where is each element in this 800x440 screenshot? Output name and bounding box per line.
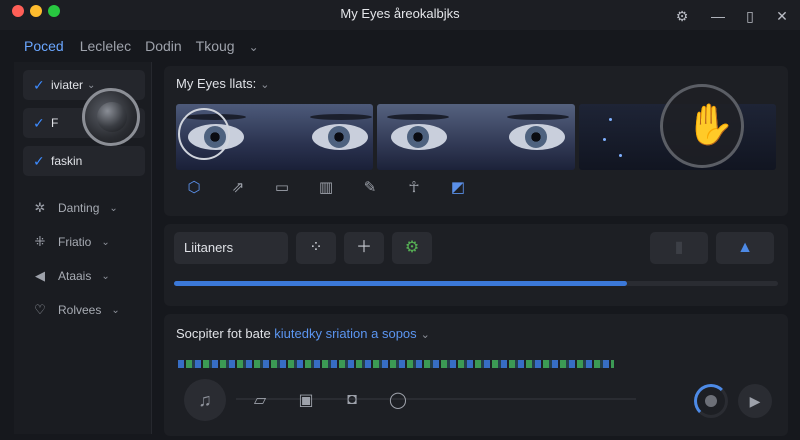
check-icon: ✓ [33, 76, 45, 93]
chevron-down-icon: ⌄ [101, 270, 110, 282]
sidebar-item-label: Friatio [58, 235, 92, 249]
check-icon: ✓ [33, 114, 45, 131]
play-icon: ▶ [749, 393, 761, 409]
chat-bubble-icon[interactable]: ◩ [448, 178, 468, 198]
megaphone-icon: ◀ [35, 268, 45, 283]
upload-button[interactable]: ▲ [716, 232, 774, 264]
transcript-title-accent: kiutedky sriation a sopos [274, 326, 417, 341]
sidebar-chip-faskin[interactable]: ✓ faskin [23, 146, 145, 176]
close-icon[interactable]: ✕ [774, 8, 790, 24]
apps-button[interactable]: ⁘ [296, 232, 336, 264]
hand-gesture-icon: ✋ [660, 84, 744, 168]
top-tabs: Poced Leclelec Dodin Tkoug ⌄ [14, 38, 259, 64]
chevron-down-icon: ⌄ [109, 202, 118, 214]
sparkle-icon: ✲ [34, 200, 46, 215]
tab-dodin[interactable]: Dodin [145, 38, 182, 64]
gallery-title-text: My Eyes llats: [176, 76, 257, 91]
sidebar-item-danting[interactable]: ✲ Danting ⌄ [32, 200, 118, 216]
eye-thumbnail[interactable] [176, 104, 374, 170]
progress-fill [174, 281, 627, 286]
restore-icon[interactable]: ▯ [742, 8, 758, 24]
folder-icon[interactable]: ▱ [248, 390, 272, 410]
tab-tkoug[interactable]: Tkoug [196, 38, 235, 64]
play-button[interactable]: ▶ [738, 384, 772, 418]
book-icon[interactable]: ▥ [316, 178, 336, 198]
sidebar-item-label: Danting [58, 201, 100, 215]
chevron-down-icon: ⌄ [260, 79, 270, 91]
waveform [178, 360, 614, 368]
robot-icon[interactable]: ◘ [340, 391, 364, 409]
sidebar-item-label: Rolvees [58, 303, 102, 317]
transcript-title[interactable]: Socpiter fot bate kiutedky sriation a so… [176, 326, 430, 341]
apps-icon: ⁘ [309, 239, 323, 256]
bus-icon[interactable]: ▣ [294, 390, 318, 410]
chevron-down-icon: ⌄ [111, 304, 120, 316]
delete-button[interactable]: ▮ [650, 232, 708, 264]
bottom-toolbar: ♫ ▱ ▣ ◘ ◯ [184, 379, 634, 421]
sidebar-item-friatio[interactable]: ⁜ Friatio ⌄ [32, 234, 110, 250]
chevron-down-icon[interactable]: ⌄ [249, 40, 259, 64]
chevron-down-icon: ⌄ [420, 329, 430, 341]
progress-bar [174, 281, 778, 286]
minimize-icon[interactable]: — [710, 8, 726, 24]
gear-icon: ⚙ [404, 239, 420, 256]
camera-lens-icon [82, 88, 140, 146]
grid-icon: ⁜ [34, 234, 46, 249]
listeners-field[interactable]: Liitaners [174, 232, 288, 264]
bell-button[interactable]: ♫ [184, 379, 226, 421]
listeners-panel: Liitaners ⁘ ＋ ⚙ ▮ ▲ [164, 224, 788, 306]
check-icon: ✓ [33, 152, 45, 169]
gallery-toolbar: ⬡ ⇗ ▭ ▥ ✎ ☥ ◩ [184, 178, 468, 198]
pencil-icon[interactable]: ✎ [360, 178, 380, 198]
chevron-down-icon: ⌄ [101, 236, 110, 248]
gallery-title[interactable]: My Eyes llats: ⌄ [176, 76, 269, 91]
hexagon-plus-icon[interactable]: ⬡ [184, 178, 204, 198]
transcript-title-prefix: Socpiter fot bate [176, 326, 271, 341]
comment-icon[interactable]: ▭ [272, 178, 292, 198]
bell-icon: ♫ [198, 390, 212, 410]
sidebar-item-label: Ataais [58, 269, 92, 283]
sidebar-chip-label: faskin [51, 154, 83, 168]
sidebar-chip-label: F [51, 116, 59, 130]
title-bar: My Eyes åreokalbjks ⚙ — ▯ ✕ [0, 0, 800, 30]
eye-thumbnail[interactable] [377, 104, 575, 170]
heart-icon: ♡ [34, 302, 46, 317]
sidebar-item-rolvees[interactable]: ♡ Rolvees ⌄ [32, 302, 120, 318]
add-button[interactable]: ＋ [344, 232, 384, 264]
user-icon[interactable]: ◯ [386, 390, 410, 410]
share-icon[interactable]: ⇗ [228, 178, 248, 198]
tab-poced[interactable]: Poced [14, 38, 66, 64]
triangle-up-icon: ▲ [737, 239, 753, 256]
sidebar-item-ataais[interactable]: ◀ Ataais ⌄ [32, 268, 110, 284]
trash-icon: ▮ [674, 239, 684, 256]
sidebar: ✓ iviater ⌄ ✓ F ✓ faskin ✲ Danting ⌄ ⁜ F… [14, 62, 152, 434]
transcript-panel: Socpiter fot bate kiutedky sriation a so… [164, 314, 788, 436]
loading-spinner-icon [694, 384, 728, 418]
figure-icon[interactable]: ☥ [404, 178, 424, 198]
app-window: My Eyes åreokalbjks ⚙ — ▯ ✕ Poced Leclel… [0, 0, 800, 440]
chevron-down-icon: ⌄ [87, 79, 96, 91]
settings-button[interactable]: ⚙ [392, 232, 432, 264]
sidebar-chip-label: iviater [51, 78, 84, 92]
tab-leclelec[interactable]: Leclelec [80, 38, 131, 64]
gear-icon[interactable]: ⚙ [674, 8, 690, 24]
plus-icon: ＋ [355, 239, 372, 256]
focus-ring-icon [178, 108, 230, 160]
